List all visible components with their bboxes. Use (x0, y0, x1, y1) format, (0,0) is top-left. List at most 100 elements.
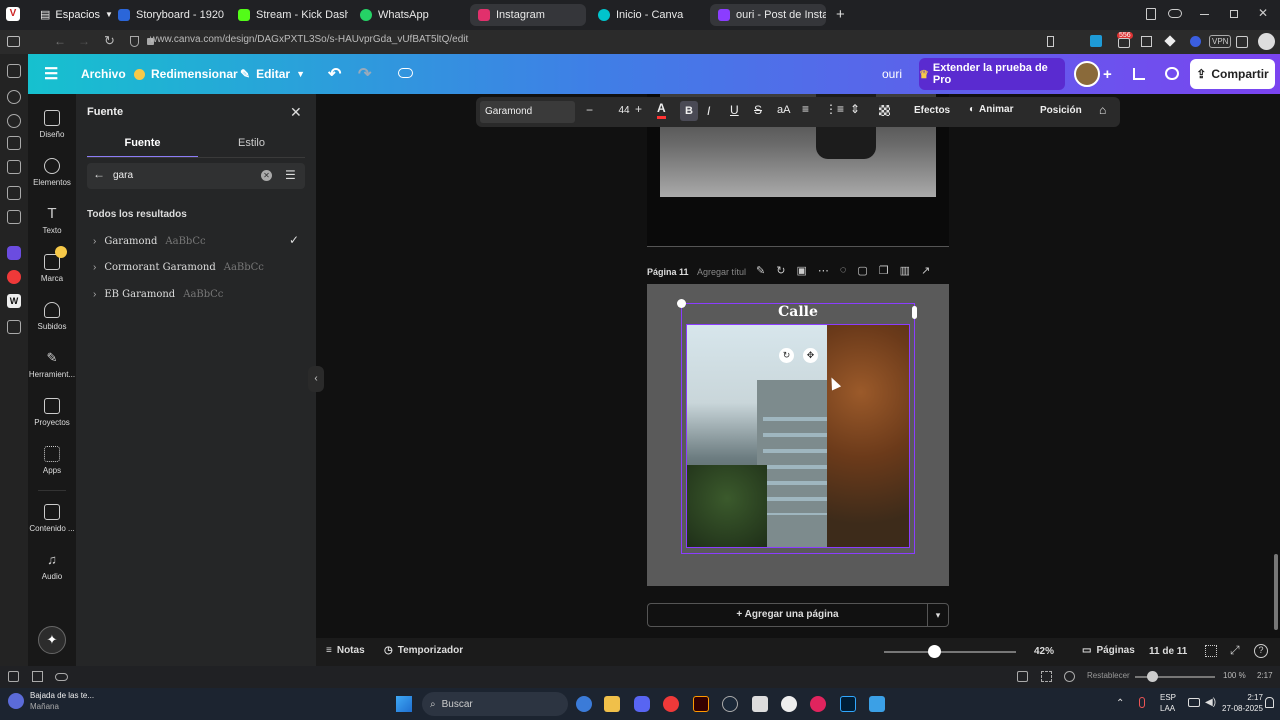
page-actions-icon[interactable] (1064, 671, 1075, 682)
rail-item-audio[interactable]: ♫ Audio (28, 552, 76, 581)
timer-button[interactable]: ◷ Temporizador (384, 645, 463, 656)
downloads-panel-icon[interactable] (7, 90, 21, 104)
street-photo[interactable]: ↻ ✥ (686, 324, 910, 548)
collapse-panel-handle[interactable]: ‹ (308, 366, 324, 392)
vivaldi-panel-icon[interactable] (7, 270, 21, 284)
maximize-button[interactable] (1230, 10, 1238, 18)
undo-button[interactable]: ↶ (328, 54, 341, 94)
zoom-percent[interactable]: 42% (1034, 646, 1054, 657)
tray-chevron-icon[interactable]: ⌃ (1116, 698, 1124, 709)
sidebar-toggle-icon[interactable] (7, 36, 20, 47)
input-language[interactable]: ESP LAA (1160, 692, 1176, 714)
mail-panel-icon[interactable] (7, 186, 21, 200)
ccleaner-taskbar-icon[interactable] (781, 696, 797, 712)
add-page-icon[interactable]: ↗ (921, 264, 930, 277)
pro-trial-button[interactable]: ♛ Extender la prueba de Pro (919, 58, 1065, 90)
volume-icon[interactable]: ◀) (1205, 697, 1216, 708)
grid-view-icon[interactable] (1205, 645, 1217, 657)
reading-list-icon[interactable] (7, 160, 21, 174)
page-title-input[interactable]: Agregar títul (697, 267, 753, 277)
cloud-save-icon[interactable] (398, 68, 413, 78)
illustrator-taskbar-icon[interactable] (693, 696, 709, 712)
comment-icon[interactable] (1165, 67, 1179, 80)
lock-icon[interactable]: ▣ (796, 264, 806, 277)
cloud-icon[interactable] (1168, 9, 1182, 18)
taskbar-search[interactable]: ⌕ Buscar (422, 692, 568, 716)
more-options-icon[interactable]: ⋯ (818, 264, 829, 277)
magic-ai-button[interactable]: ✦ (38, 626, 66, 654)
microphone-icon[interactable] (1139, 697, 1145, 708)
tab-estilo[interactable]: Estilo (196, 137, 307, 149)
vivaldi-taskbar-icon[interactable] (663, 696, 679, 712)
design-name[interactable]: ouri (882, 54, 902, 94)
editar-button[interactable]: ✎ Editar ▼ (240, 54, 305, 94)
rail-item-proyectos[interactable]: Proyectos (28, 398, 76, 427)
extension-icon[interactable] (1164, 35, 1176, 47)
rail-item-subidos[interactable]: Subidos (28, 302, 76, 331)
bold-button[interactable]: B (680, 101, 698, 121)
list-icon[interactable]: ⋮≡ (825, 102, 844, 116)
rail-item-herramientas[interactable]: ✎ Herramient... (28, 350, 76, 379)
add-page-dropdown[interactable]: ▾ (927, 603, 949, 627)
page-11-frame[interactable]: Calle ↻ ✥ (647, 284, 949, 586)
strikethrough-button[interactable]: S (754, 103, 762, 117)
archivo-button[interactable]: Archivo (81, 54, 126, 94)
media-taskbar-icon[interactable] (810, 696, 826, 712)
file-explorer-taskbar-icon[interactable] (604, 696, 620, 712)
new-tab-button[interactable]: + (836, 6, 845, 23)
add-page-button[interactable]: + Agregar una página (647, 603, 928, 627)
hide-icon[interactable]: ◌ (840, 264, 847, 277)
notes-panel-icon[interactable] (7, 136, 21, 150)
network-icon[interactable] (1188, 698, 1200, 707)
discord-taskbar-icon[interactable] (634, 696, 650, 712)
rail-item-elementos[interactable]: Elementos (28, 158, 76, 187)
wikipedia-panel-icon[interactable]: W (7, 294, 21, 308)
messenger-panel-icon[interactable] (7, 246, 21, 260)
workspaces-button[interactable]: ▤ Espacios ▼ (40, 8, 113, 22)
tiling-toggle-icon[interactable] (1041, 671, 1052, 682)
font-family-select[interactable]: Garamond (480, 101, 575, 123)
app-taskbar-icon[interactable] (752, 696, 768, 712)
add-collaborator-button[interactable]: + (1103, 54, 1112, 94)
tiling-icon[interactable] (32, 671, 43, 682)
font-search-box[interactable]: ← gara ✕ ☰ (87, 163, 305, 189)
bookmarks-panel-icon[interactable] (7, 64, 21, 78)
photo-editor-taskbar-icon[interactable] (869, 696, 885, 712)
close-window-button[interactable]: ✕ (1258, 6, 1268, 20)
tab-canva-home[interactable]: Inicio - Canva (590, 4, 706, 26)
menu-icon[interactable]: ☰ (44, 54, 58, 94)
capture-icon[interactable] (1017, 671, 1028, 682)
zoom-slider-thumb[interactable] (928, 645, 941, 658)
zoom-slider-track[interactable] (884, 651, 1016, 653)
canvas-scrollbar[interactable] (1274, 554, 1278, 630)
notes-button[interactable]: ≡ Notas (326, 645, 365, 656)
underline-button[interactable]: U (730, 103, 739, 117)
clock[interactable]: 2:17 27-08-2025 (1222, 692, 1263, 714)
italic-button[interactable]: I (707, 104, 710, 118)
font-size-decrease[interactable]: − (586, 103, 593, 117)
start-button[interactable] (396, 696, 412, 712)
align-icon[interactable]: ≡ (802, 102, 809, 116)
paint-format-icon[interactable]: ⌂ (1099, 103, 1106, 117)
filter-icon[interactable]: ☰ (285, 168, 296, 182)
insights-icon[interactable] (1133, 68, 1145, 80)
notification-icon[interactable] (1265, 697, 1274, 708)
rail-item-contenido[interactable]: Contenido ... (28, 504, 76, 533)
steam-taskbar-icon[interactable] (722, 696, 738, 712)
tab-fuente[interactable]: Fuente (87, 137, 198, 149)
tab-whatsapp[interactable]: WhatsApp (352, 4, 467, 26)
zoom-reset-button[interactable]: Restablecer (1087, 671, 1130, 680)
redo-button[interactable]: ↷ (358, 54, 371, 94)
pages-button[interactable]: ▭ Páginas (1082, 645, 1135, 656)
page-lock-icon[interactable]: ▢ (857, 264, 867, 277)
extension-icon[interactable] (1141, 36, 1152, 47)
calle-text[interactable]: Calle (681, 304, 915, 320)
panel-toggle-icon[interactable] (8, 671, 19, 682)
effects-button[interactable]: Efectos (914, 105, 950, 116)
vivaldi-menu-icon[interactable]: V (6, 7, 20, 21)
animate-button[interactable]: ◐ Animar (969, 104, 1014, 115)
sync-cloud-icon[interactable] (55, 673, 68, 681)
duplicate-page-icon[interactable]: ❐ (879, 264, 889, 277)
collaborator-avatar[interactable] (1074, 61, 1100, 87)
rail-item-diseno[interactable]: Diseño (28, 110, 76, 139)
